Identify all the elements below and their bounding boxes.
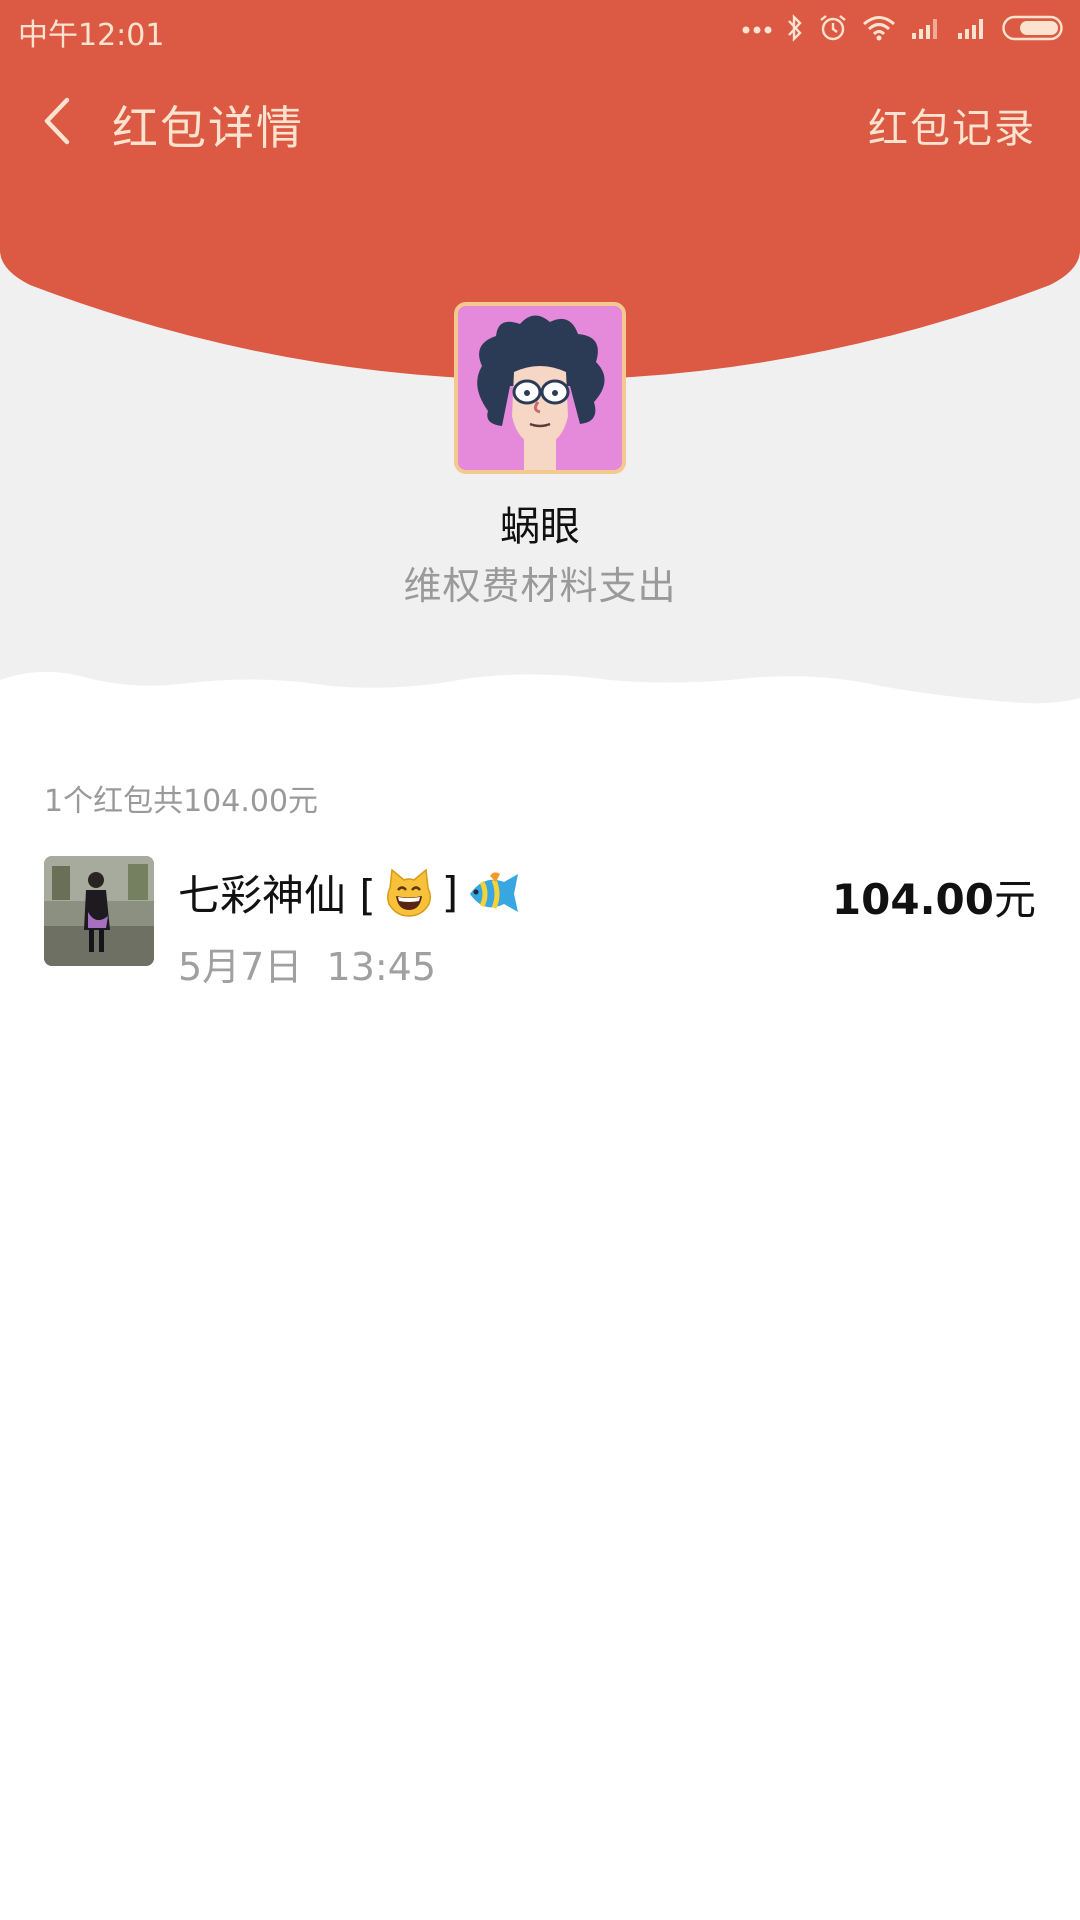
wifi-icon <box>862 15 896 41</box>
amount-value: 104.00 <box>831 875 994 924</box>
status-bar: 中午12:01 <box>0 0 1080 56</box>
amount-unit: 元 <box>993 875 1036 924</box>
receiver-name-suffix: ] <box>441 868 459 917</box>
chevron-left-icon <box>44 97 70 145</box>
status-time: 中午12:01 <box>18 18 165 53</box>
status-icons <box>742 10 1066 46</box>
greeting-message: 维权费材料支出 <box>403 564 677 608</box>
sender-name: 蜗眼 <box>500 504 580 550</box>
red-packet-records-link[interactable]: 红包记录 <box>868 96 1036 154</box>
grinning-cat-emoji-icon <box>382 866 436 920</box>
bluetooth-icon <box>786 14 804 42</box>
sender-avatar[interactable] <box>454 302 626 474</box>
torn-paper-edge <box>0 640 1080 750</box>
received-amount: 104.00元 <box>832 866 1036 927</box>
receive-time: 5月7日 13:45 <box>178 945 437 989</box>
receiver-avatar[interactable] <box>44 856 154 966</box>
battery-icon <box>1002 14 1066 42</box>
red-packet-summary: 1个红包共104.00元 <box>44 784 319 819</box>
page-title: 红包详情 <box>112 101 304 155</box>
tropical-fish-emoji-icon <box>464 868 522 918</box>
receiver-name: 七彩神仙 [ ] <box>178 862 522 923</box>
back-button[interactable] <box>22 86 92 156</box>
more-dots-icon <box>742 22 772 34</box>
receiver-name-text: 七彩神仙 [ <box>178 871 376 920</box>
signal-icon <box>956 15 988 41</box>
list-item[interactable]: 七彩神仙 [ ] 5月7日 13:45 104.00元 <box>0 846 1080 989</box>
alarm-icon <box>818 13 848 43</box>
signal-icon <box>910 15 942 41</box>
red-packet-detail-screen: 中午12:01 红包详情 红包记录 蜗眼 维权费材料支出 1个红包共104.00… <box>0 0 1080 1920</box>
